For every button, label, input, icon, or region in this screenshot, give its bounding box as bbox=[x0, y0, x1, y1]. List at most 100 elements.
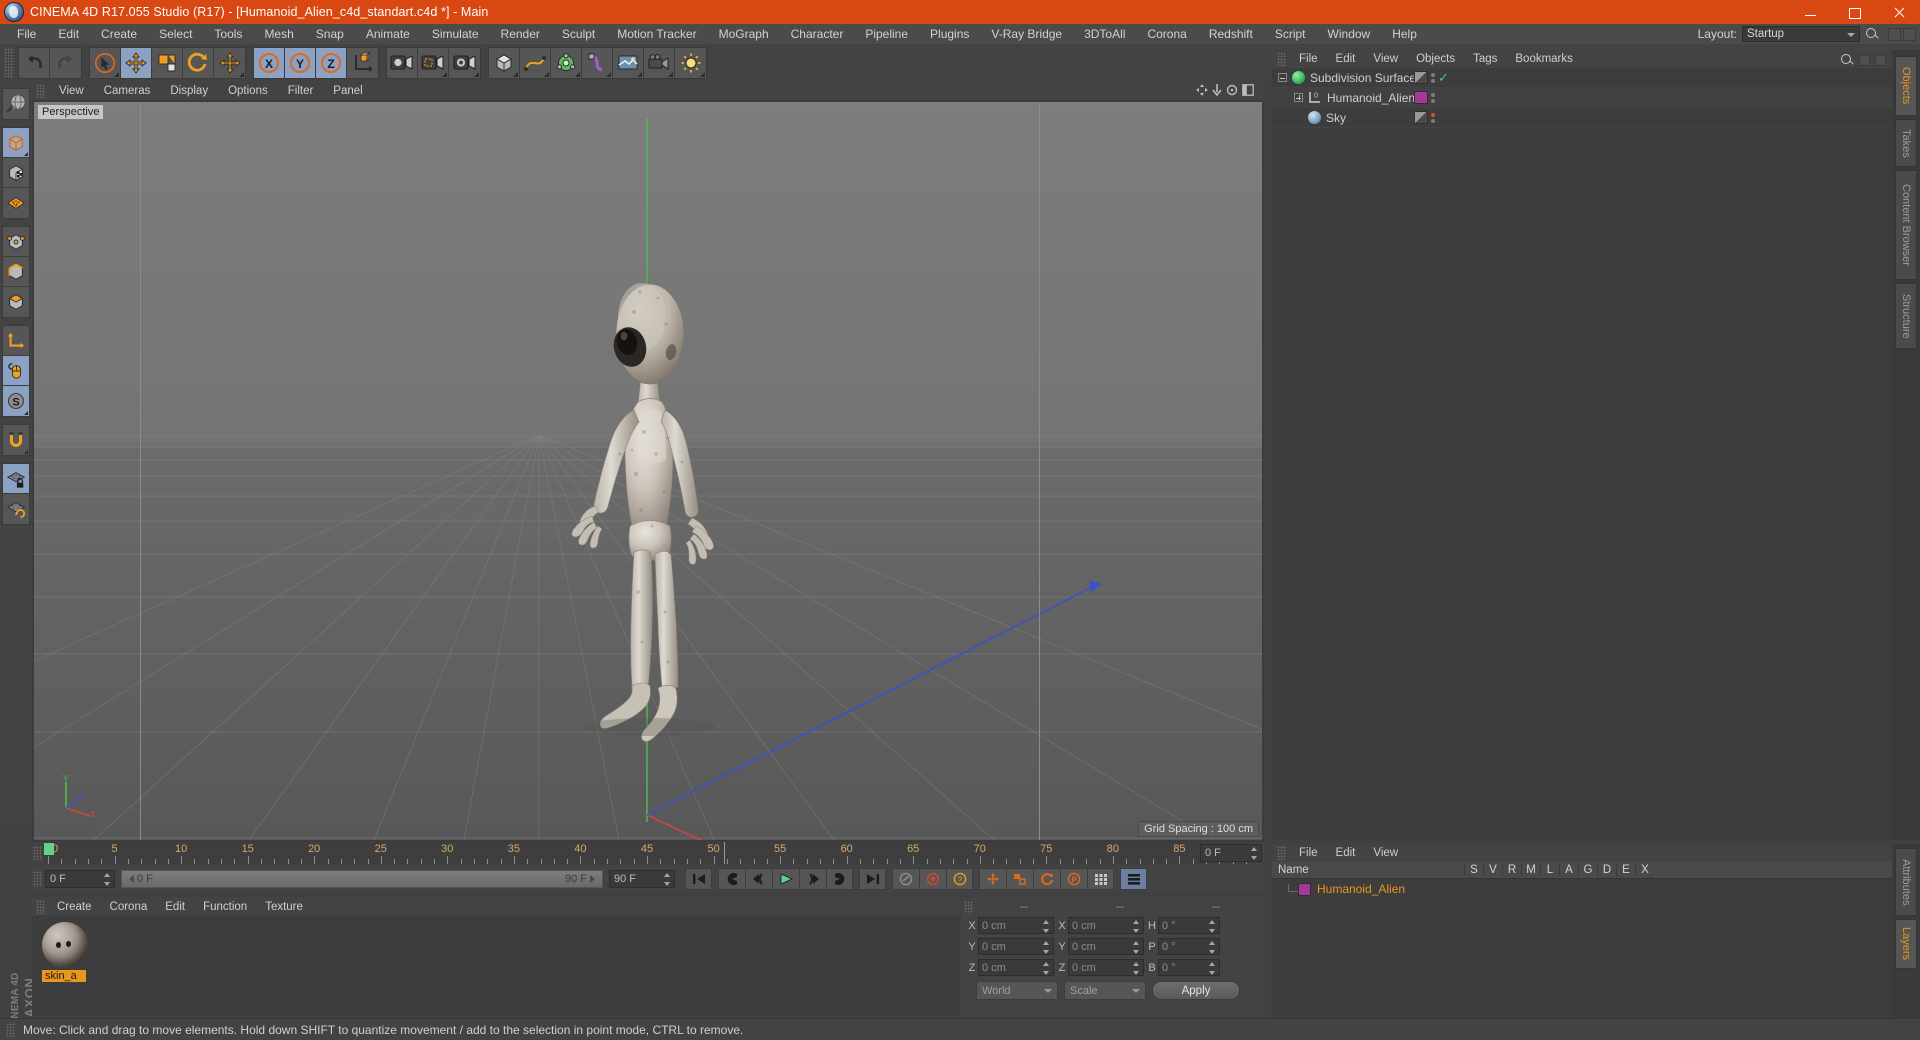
position-x-field[interactable]: 0 cm bbox=[978, 917, 1054, 934]
viewport-menu-options[interactable]: Options bbox=[218, 82, 278, 100]
end-frame-field[interactable]: 90 F bbox=[609, 870, 675, 888]
search-icon[interactable] bbox=[1865, 27, 1879, 41]
make-editable-button[interactable] bbox=[3, 89, 29, 119]
menu-3dtoall[interactable]: 3DToAll bbox=[1073, 24, 1136, 44]
polygons-mode-button[interactable] bbox=[3, 287, 29, 317]
status-grip[interactable] bbox=[6, 1022, 15, 1037]
menu-tools[interactable]: Tools bbox=[203, 24, 253, 44]
viewport-solo-button[interactable] bbox=[3, 356, 29, 386]
material-menu-create[interactable]: Create bbox=[48, 898, 101, 916]
move-tool[interactable] bbox=[121, 48, 152, 78]
spinner-icon[interactable] bbox=[1043, 920, 1050, 933]
layers-list[interactable]: Name S V R M L A G D E X Humanoid_Alien bbox=[1272, 862, 1892, 1018]
object-menu-view[interactable]: View bbox=[1364, 50, 1407, 68]
next-frame-button[interactable] bbox=[799, 868, 826, 890]
object-menu-tags[interactable]: Tags bbox=[1464, 50, 1506, 68]
spinner-icon[interactable] bbox=[1251, 847, 1258, 860]
layers-col-v[interactable]: V bbox=[1483, 864, 1502, 876]
rotation-b-field[interactable]: 0 ° bbox=[1158, 959, 1220, 976]
menu-vray-bridge[interactable]: V-Ray Bridge bbox=[980, 24, 1073, 44]
timeline-frame-field[interactable]: 0 F bbox=[1200, 844, 1262, 862]
add-camera-button[interactable] bbox=[644, 48, 675, 78]
menu-redshift[interactable]: Redshift bbox=[1198, 24, 1264, 44]
viewport-grip[interactable] bbox=[36, 84, 45, 98]
menu-file[interactable]: File bbox=[6, 24, 47, 44]
spinner-icon[interactable] bbox=[1133, 941, 1140, 954]
spinner-icon[interactable] bbox=[1133, 962, 1140, 975]
menu-help[interactable]: Help bbox=[1381, 24, 1428, 44]
parameter-key-button[interactable]: P bbox=[1060, 868, 1087, 890]
size-x-field[interactable]: 0 cm bbox=[1068, 917, 1144, 934]
viewport-menu-display[interactable]: Display bbox=[160, 82, 218, 100]
tab-attributes[interactable]: Attributes bbox=[1895, 848, 1917, 916]
edges-mode-button[interactable] bbox=[3, 257, 29, 287]
world-object-coordinates-button[interactable] bbox=[347, 48, 378, 78]
live-selection-tool[interactable] bbox=[90, 48, 121, 78]
object-manager-search-icon[interactable] bbox=[1840, 53, 1854, 67]
tab-takes[interactable]: Takes bbox=[1895, 119, 1917, 167]
menu-sculpt[interactable]: Sculpt bbox=[551, 24, 606, 44]
add-generator-button[interactable] bbox=[551, 48, 582, 78]
play-button[interactable] bbox=[772, 868, 799, 890]
render-view-button[interactable] bbox=[387, 48, 418, 78]
menu-simulate[interactable]: Simulate bbox=[421, 24, 490, 44]
rotation-h-field[interactable]: 0 ° bbox=[1158, 917, 1220, 934]
coordinate-system-select[interactable]: World bbox=[976, 981, 1058, 1000]
expander-minus-icon[interactable] bbox=[1278, 73, 1287, 82]
go-to-start-button[interactable] bbox=[685, 868, 712, 890]
add-spline-button[interactable] bbox=[520, 48, 551, 78]
coordinates-grip[interactable] bbox=[964, 900, 973, 914]
object-manager-grip[interactable] bbox=[1277, 52, 1286, 66]
layers-menu-edit[interactable]: Edit bbox=[1327, 844, 1365, 862]
viewport-menu-panel[interactable]: Panel bbox=[323, 82, 372, 100]
render-region-button[interactable] bbox=[418, 48, 449, 78]
size-y-field[interactable]: 0 cm bbox=[1068, 938, 1144, 955]
layers-col-e[interactable]: E bbox=[1616, 864, 1635, 876]
scale-tool[interactable] bbox=[152, 48, 183, 78]
go-to-end-button[interactable] bbox=[859, 868, 886, 890]
spinner-icon[interactable] bbox=[104, 873, 111, 886]
spinner-icon[interactable] bbox=[1133, 920, 1140, 933]
add-deformer-button[interactable] bbox=[582, 48, 613, 78]
lock-x-axis-button[interactable]: X bbox=[254, 48, 285, 78]
transport-grip[interactable] bbox=[33, 871, 42, 887]
menu-corona[interactable]: Corona bbox=[1136, 24, 1197, 44]
timeline-settings-button[interactable] bbox=[1120, 868, 1147, 890]
lock-z-axis-button[interactable]: Z bbox=[316, 48, 347, 78]
object-menu-bookmarks[interactable]: Bookmarks bbox=[1506, 50, 1582, 68]
visibility-dots[interactable] bbox=[1431, 72, 1435, 83]
layers-col-s[interactable]: S bbox=[1464, 864, 1483, 876]
panel-minimize-button[interactable] bbox=[1888, 27, 1901, 41]
layers-col-l[interactable]: L bbox=[1540, 864, 1559, 876]
layers-col-r[interactable]: R bbox=[1502, 864, 1521, 876]
layers-col-d[interactable]: D bbox=[1597, 864, 1616, 876]
menu-edit[interactable]: Edit bbox=[47, 24, 90, 44]
redo-button[interactable] bbox=[50, 48, 81, 78]
menu-window[interactable]: Window bbox=[1317, 24, 1382, 44]
spinner-icon[interactable] bbox=[1209, 920, 1216, 933]
material-menu-edit[interactable]: Edit bbox=[156, 898, 194, 916]
rotation-key-button[interactable] bbox=[1033, 868, 1060, 890]
scale-key-button[interactable] bbox=[1006, 868, 1033, 890]
object-manager-maximize-button[interactable] bbox=[1875, 54, 1886, 66]
viewport-menu-view[interactable]: View bbox=[49, 82, 94, 100]
lock-y-axis-button[interactable]: Y bbox=[285, 48, 316, 78]
menu-motion-tracker[interactable]: Motion Tracker bbox=[606, 24, 707, 44]
menu-select[interactable]: Select bbox=[148, 24, 203, 44]
layout-select[interactable]: Startup bbox=[1742, 26, 1860, 42]
object-row-humanoid-alien[interactable]: 0 Humanoid_Alien bbox=[1272, 88, 1892, 108]
previous-keyframe-button[interactable] bbox=[718, 868, 745, 890]
spinner-icon[interactable] bbox=[664, 873, 671, 886]
object-axis-mode-button[interactable] bbox=[3, 188, 29, 218]
viewport-3d-canvas[interactable]: Perspective Grid Spacing : 100 cm Y X Z bbox=[34, 102, 1262, 840]
layers-grip[interactable] bbox=[1277, 846, 1286, 860]
minimize-button[interactable] bbox=[1788, 0, 1832, 24]
material-menu-texture[interactable]: Texture bbox=[256, 898, 312, 916]
rotate-tool[interactable] bbox=[183, 48, 214, 78]
model-mode-button[interactable] bbox=[3, 128, 29, 158]
menu-pipeline[interactable]: Pipeline bbox=[854, 24, 919, 44]
viewport-menu-filter[interactable]: Filter bbox=[278, 82, 324, 100]
menu-plugins[interactable]: Plugins bbox=[919, 24, 980, 44]
layers-menu-file[interactable]: File bbox=[1290, 844, 1327, 862]
object-tree[interactable]: Subdivision Surface ✓ 0 Humanoid_Alien S… bbox=[1272, 68, 1892, 840]
